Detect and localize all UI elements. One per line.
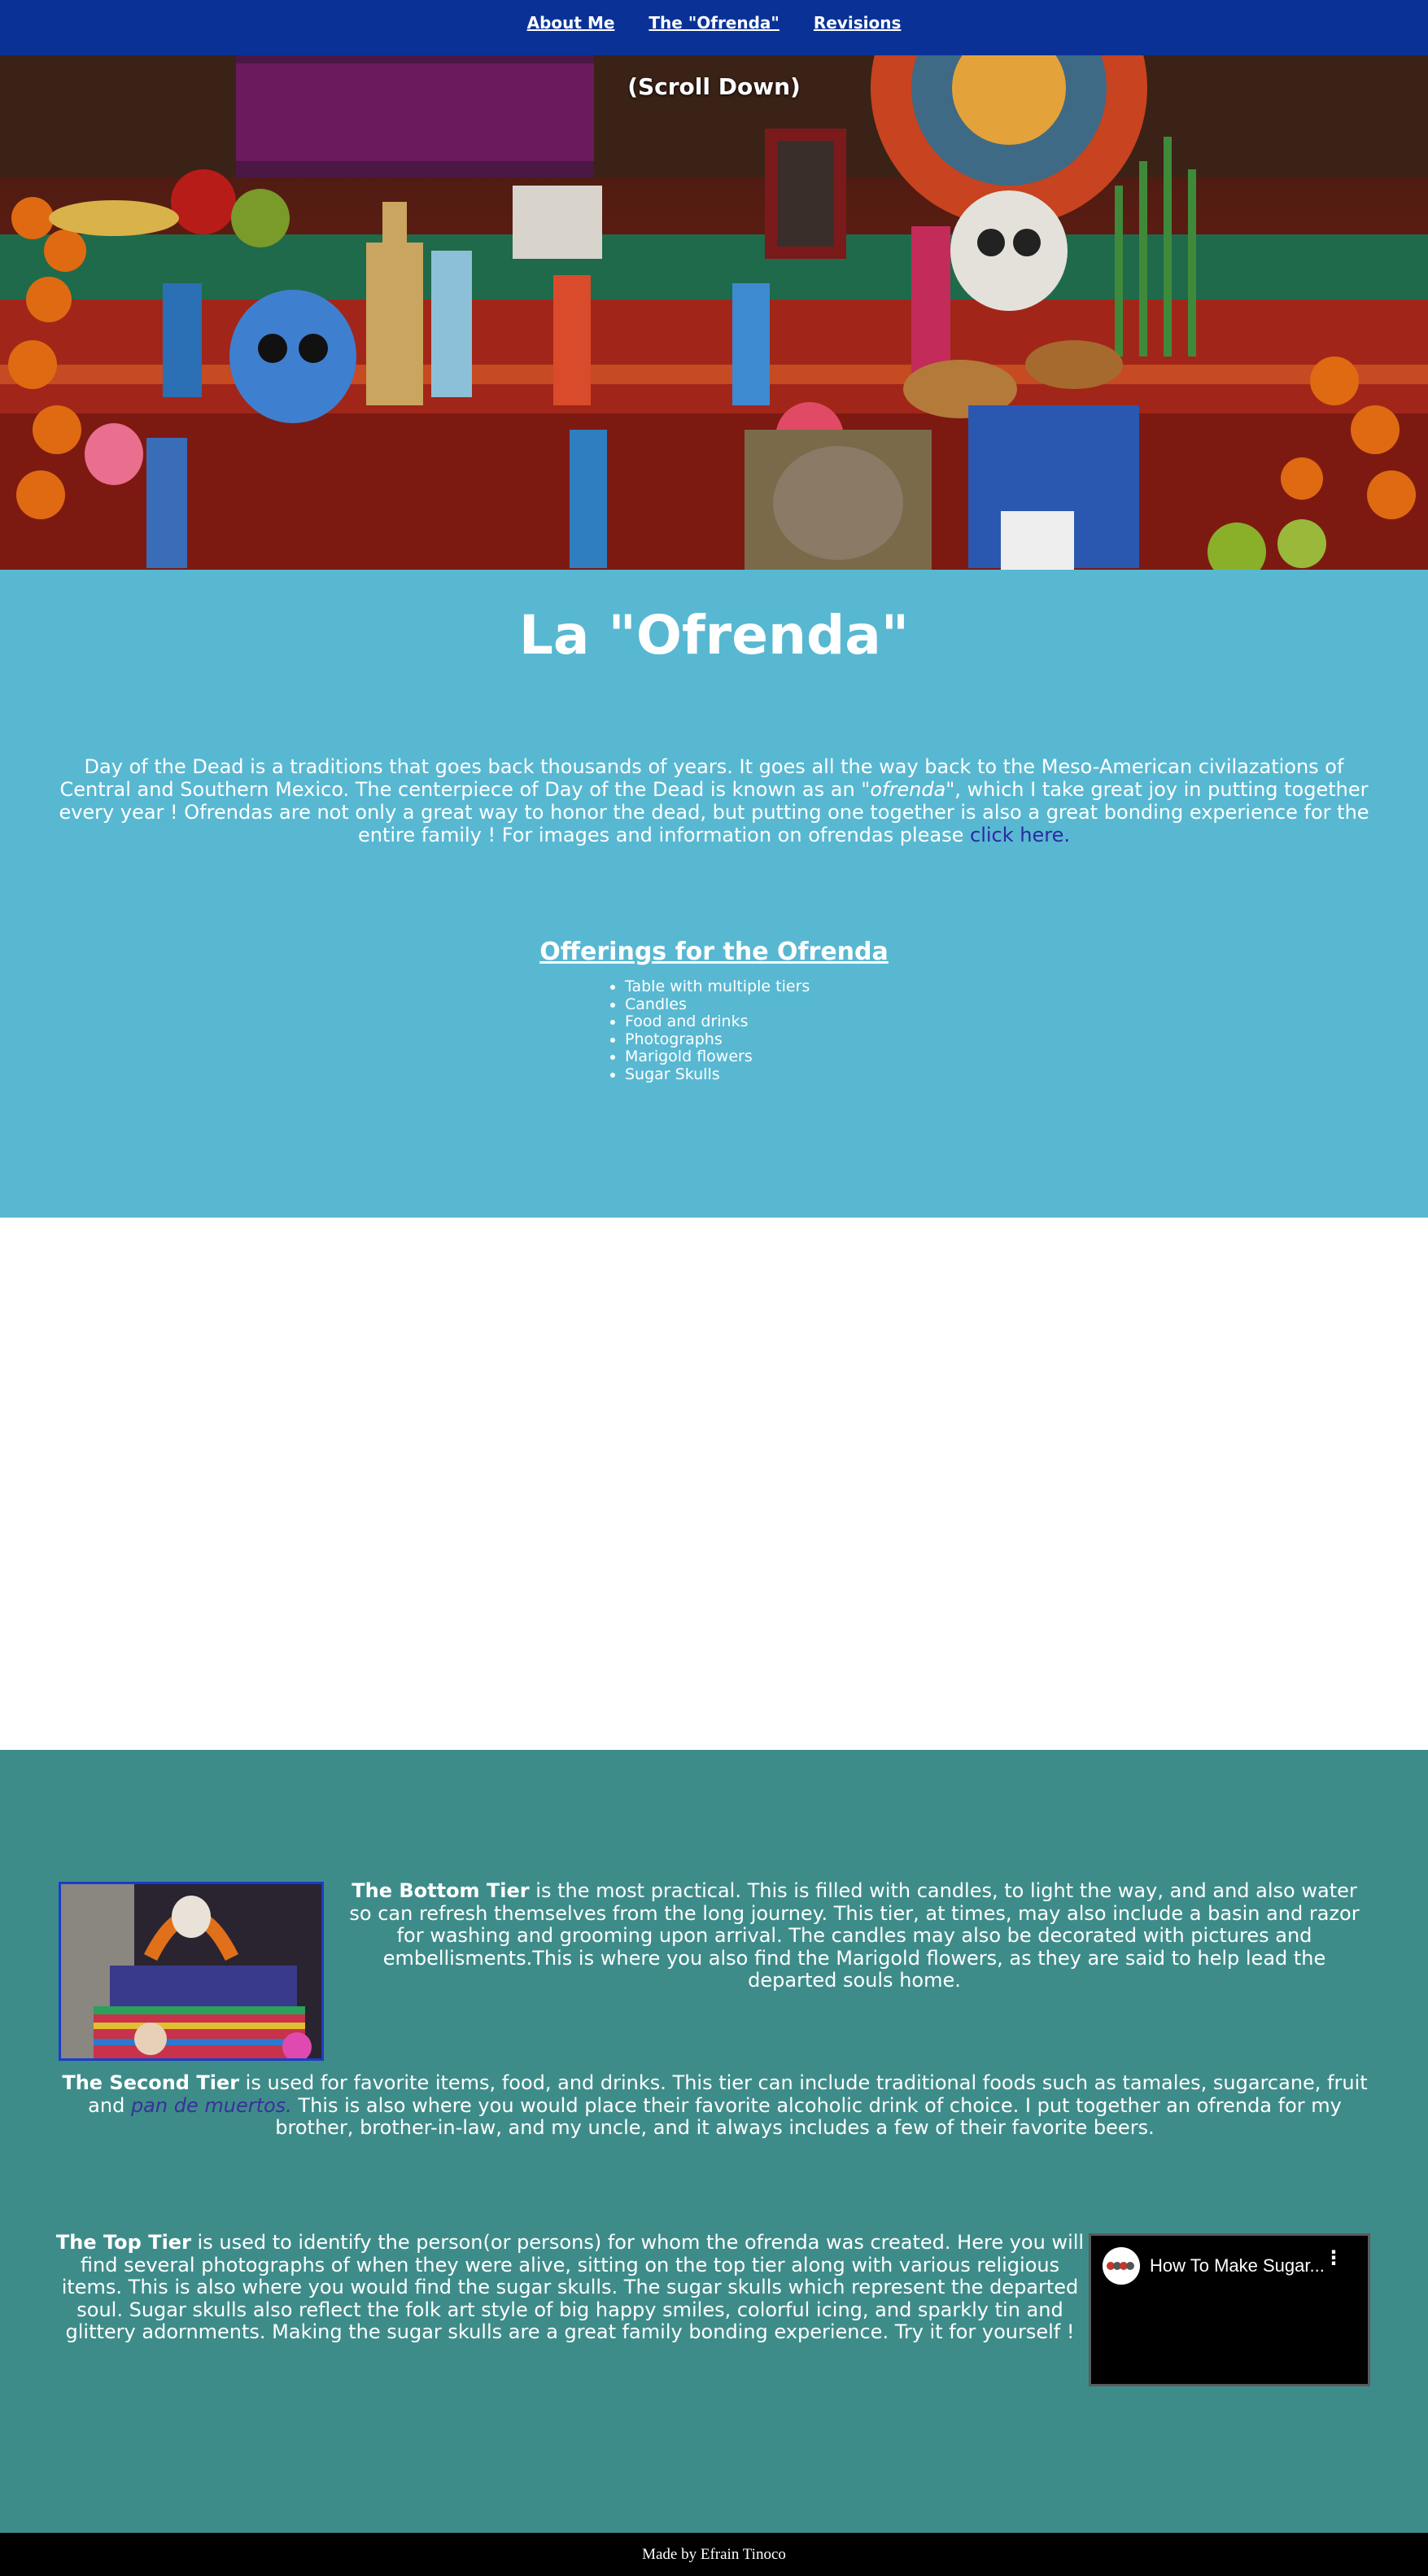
top-tier-paragraph: The Top Tier is used to identify the per… [55,2231,1085,2344]
blank-spacer [0,1218,1428,1750]
click-here-link[interactable]: click here. [970,824,1070,846]
channel-avatar[interactable] [1103,2247,1140,2285]
top-tier-label: The Top Tier [55,2231,191,2254]
offerings-list-item: Marigold flowers [625,1047,810,1066]
second-tier-label: The Second Tier [62,2071,240,2094]
second-tier-text-2: This is also where you would place their… [275,2093,1342,2139]
offerings-list-item: Food and drinks [625,1012,810,1031]
nav-link-about-me[interactable]: About Me [527,13,615,33]
footer: Made by Efrain Tinoco [0,2533,1428,2576]
tiers-section: The Bottom Tier is the most practical. T… [0,1750,1428,2533]
more-options-icon[interactable]: ⋮ [1324,2248,1343,2268]
channel-avatar-icon [1103,2247,1140,2285]
second-tier-paragraph: The Second Tier is used for favorite ite… [59,2071,1371,2140]
thumbnail-illustration [61,1884,321,2058]
nav-link-ofrenda[interactable]: The "Ofrenda" [648,13,779,33]
offerings-title: Offerings for the Ofrenda [539,938,889,966]
offerings-list-item: Candles [625,995,810,1014]
top-nav: About Me The "Ofrenda" Revisions [0,0,1428,55]
hero-ofrenda-photo: (Scroll Down) [0,55,1428,570]
offerings-list: Table with multiple tiers Candles Food a… [602,977,810,1084]
page-title: La "Ofrenda" [518,604,910,667]
video-title[interactable]: How To Make Sugar... [1150,2255,1325,2276]
youtube-video-embed[interactable]: How To Make Sugar... ⋮ [1089,2233,1370,2386]
pan-de-muertos-link[interactable]: pan de muertos. [131,2094,292,2117]
footer-text: Made by Efrain Tinoco [642,2546,786,2563]
offerings-list-item: Photographs [625,1030,810,1049]
nav-link-revisions[interactable]: Revisions [814,13,902,33]
ofrenda-thumbnail-photo [59,1882,324,2061]
intro-ofrenda-term: "ofrenda" [861,778,955,801]
scroll-down-text: (Scroll Down) [627,73,801,100]
top-tier-text: is used to identify the person(or person… [61,2231,1085,2343]
hero-illustration [0,55,1428,570]
bottom-tier-paragraph: The Bottom Tier is the most practical. T… [338,1879,1371,1992]
ofrenda-section: La "Ofrenda" Day of the Dead is a tradit… [0,570,1428,1218]
offerings-list-item: Sugar Skulls [625,1065,810,1084]
bottom-tier-label: The Bottom Tier [352,1879,530,1902]
intro-paragraph: Day of the Dead is a traditions that goe… [57,755,1371,846]
offerings-list-item: Table with multiple tiers [625,977,810,996]
